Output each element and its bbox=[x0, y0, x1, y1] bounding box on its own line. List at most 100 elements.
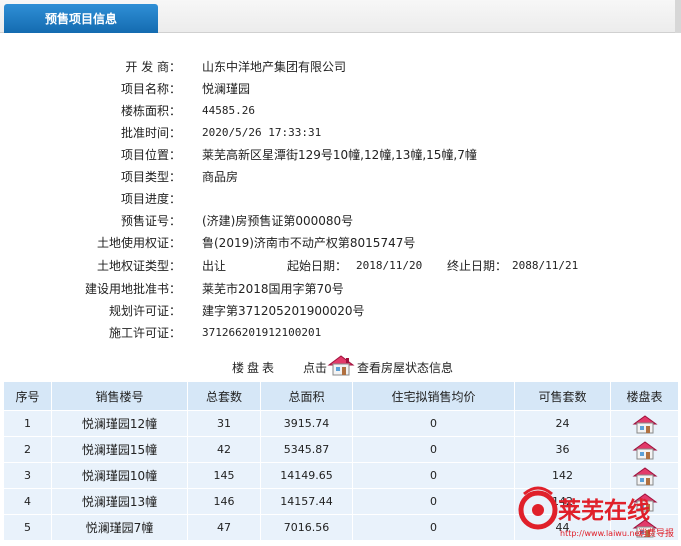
table-row: 4 悦澜瑾园13幢 146 14157.44 0 142 bbox=[3, 488, 679, 515]
col-header-available: 可售套数 bbox=[514, 381, 611, 411]
info-value: 出让 bbox=[202, 259, 227, 273]
cell-area: 7016.56 bbox=[260, 514, 353, 541]
col-header-building: 销售楼号 bbox=[51, 381, 188, 411]
land-start-date: 2018/11/20 bbox=[356, 259, 423, 272]
cell-building: 悦澜瑾园12幢 bbox=[51, 410, 188, 437]
info-value: 莱芜高新区星潭街129号10幢,12幢,13幢,15幢,7幢 bbox=[202, 148, 477, 162]
info-label: 建设用地批准书： bbox=[84, 282, 181, 296]
table-heading-prefix: 点击 bbox=[303, 361, 328, 375]
cell-table-link bbox=[610, 436, 679, 463]
info-value: (济建)房预售证第000080号 bbox=[202, 214, 354, 228]
info-label: 项目名称： bbox=[120, 82, 181, 96]
table-row: 2 悦澜瑾园15幢 42 5345.87 0 36 bbox=[3, 436, 679, 463]
cell-no: 4 bbox=[3, 488, 52, 515]
table-heading-title: 楼盘表 bbox=[232, 361, 278, 375]
cell-units: 145 bbox=[187, 462, 261, 489]
house-icon[interactable] bbox=[631, 414, 658, 434]
cell-no: 2 bbox=[3, 436, 52, 463]
cell-available: 142 bbox=[514, 488, 611, 515]
info-value: 山东中洋地产集团有限公司 bbox=[202, 60, 347, 74]
cell-price: 0 bbox=[352, 488, 515, 515]
tab-presale-info[interactable]: 预售项目信息 bbox=[4, 4, 158, 33]
land-end-date: 2088/11/21 bbox=[512, 259, 579, 272]
info-label: 楼栋面积： bbox=[120, 104, 181, 118]
info-row: 项目名称： 悦澜瑾园 bbox=[0, 79, 681, 99]
cell-price: 0 bbox=[352, 514, 515, 541]
table-row: 3 悦澜瑾园10幢 145 14149.65 0 142 bbox=[3, 462, 679, 489]
info-row: 项目位置： 莱芜高新区星潭街129号10幢,12幢,13幢,15幢,7幢 bbox=[0, 145, 681, 165]
cell-table-link bbox=[610, 514, 679, 541]
cell-units: 47 bbox=[187, 514, 261, 541]
info-row: 项目类型： 商品房 bbox=[0, 167, 681, 187]
cell-units: 31 bbox=[187, 410, 261, 437]
info-row: 规划许可证： 建字第371205201900020号 bbox=[0, 301, 681, 321]
house-icon[interactable] bbox=[631, 440, 658, 460]
info-row: 批准时间： 2020/5/26 17:33:31 bbox=[0, 123, 681, 143]
info-label: 规划许可证： bbox=[108, 304, 181, 318]
info-row: 土地使用权证： 鲁(2019)济南市不动产权第8015747号 bbox=[0, 233, 681, 253]
info-row: 预售证号： (济建)房预售证第000080号 bbox=[0, 211, 681, 231]
cell-available: 24 bbox=[514, 410, 611, 437]
info-value: 44585.26 bbox=[202, 104, 255, 117]
table-heading: 楼盘表 点击 查看房屋状态信息 bbox=[0, 353, 681, 379]
cell-area: 14149.65 bbox=[260, 462, 353, 489]
land-start-label: 起始日期： bbox=[287, 259, 348, 273]
cell-table-link bbox=[610, 488, 679, 515]
info-value: 悦澜瑾园 bbox=[202, 82, 251, 96]
info-row: 项目进度： bbox=[0, 189, 681, 209]
info-label: 施工许可证： bbox=[108, 326, 181, 340]
info-label: 项目位置： bbox=[120, 148, 181, 162]
info-value: 商品房 bbox=[202, 170, 239, 184]
info-row: 施工许可证： 371266201912100201 bbox=[0, 323, 681, 343]
info-row: 楼栋面积： 44585.26 bbox=[0, 101, 681, 121]
info-value: 371266201912100201 bbox=[202, 326, 322, 339]
col-header-units: 总套数 bbox=[187, 381, 261, 411]
info-label: 项目类型： bbox=[120, 170, 181, 184]
cell-table-link bbox=[610, 462, 679, 489]
building-table: 序号 销售楼号 总套数 总面积 住宅拟销售均价 可售套数 楼盘表 1 悦澜瑾园12… bbox=[3, 381, 679, 541]
table-header-row: 序号 销售楼号 总套数 总面积 住宅拟销售均价 可售套数 楼盘表 bbox=[3, 381, 679, 411]
cell-table-link bbox=[610, 410, 679, 437]
info-label: 预售证号： bbox=[120, 214, 181, 228]
cell-no: 5 bbox=[3, 514, 52, 541]
col-header-price: 住宅拟销售均价 bbox=[352, 381, 515, 411]
info-value: 鲁(2019)济南市不动产权第8015747号 bbox=[202, 236, 416, 250]
cell-area: 14157.44 bbox=[260, 488, 353, 515]
cell-building: 悦澜瑾园13幢 bbox=[51, 488, 188, 515]
info-label: 批准时间： bbox=[120, 126, 181, 140]
cell-building: 悦澜瑾园10幢 bbox=[51, 462, 188, 489]
house-icon[interactable] bbox=[631, 518, 658, 538]
cell-no: 3 bbox=[3, 462, 52, 489]
cell-building: 悦澜瑾园7幢 bbox=[51, 514, 188, 541]
cell-no: 1 bbox=[3, 410, 52, 437]
info-value: 2020/5/26 17:33:31 bbox=[202, 126, 322, 139]
cell-price: 0 bbox=[352, 462, 515, 489]
info-value: 莱芜市2018国用字第70号 bbox=[202, 282, 344, 296]
house-icon[interactable] bbox=[631, 492, 658, 512]
col-header-table: 楼盘表 bbox=[610, 381, 679, 411]
info-label: 项目进度： bbox=[120, 192, 181, 206]
table-row: 1 悦澜瑾园12幢 31 3915.74 0 24 bbox=[3, 410, 679, 437]
col-header-no: 序号 bbox=[3, 381, 52, 411]
table-row: 5 悦澜瑾园7幢 47 7016.56 0 44 bbox=[3, 514, 679, 541]
cell-area: 5345.87 bbox=[260, 436, 353, 463]
house-icon[interactable] bbox=[327, 353, 355, 377]
cell-available: 142 bbox=[514, 462, 611, 489]
col-header-area: 总面积 bbox=[260, 381, 353, 411]
info-row: 开 发 商： 山东中洋地产集团有限公司 bbox=[0, 57, 681, 77]
info-row: 建设用地批准书： 莱芜市2018国用字第70号 bbox=[0, 279, 681, 299]
info-value: 建字第371205201900020号 bbox=[202, 304, 365, 318]
house-icon[interactable] bbox=[631, 466, 658, 486]
info-row: 土地权证类型： 出让 起始日期： 2018/11/20 终止日期： 2088/11/21 bbox=[0, 256, 681, 276]
cell-building: 悦澜瑾园15幢 bbox=[51, 436, 188, 463]
info-label: 土地权证类型： bbox=[96, 259, 181, 273]
info-label: 土地使用权证： bbox=[96, 236, 181, 250]
cell-units: 146 bbox=[187, 488, 261, 515]
view-house-status-link[interactable]: 查看房屋状态信息 bbox=[357, 359, 453, 376]
land-end-label: 终止日期： bbox=[447, 259, 508, 273]
cell-available: 36 bbox=[514, 436, 611, 463]
info-label: 开 发 商： bbox=[125, 60, 181, 74]
cell-price: 0 bbox=[352, 410, 515, 437]
tab-bar: 预售项目信息 bbox=[0, 0, 681, 33]
cell-area: 3915.74 bbox=[260, 410, 353, 437]
